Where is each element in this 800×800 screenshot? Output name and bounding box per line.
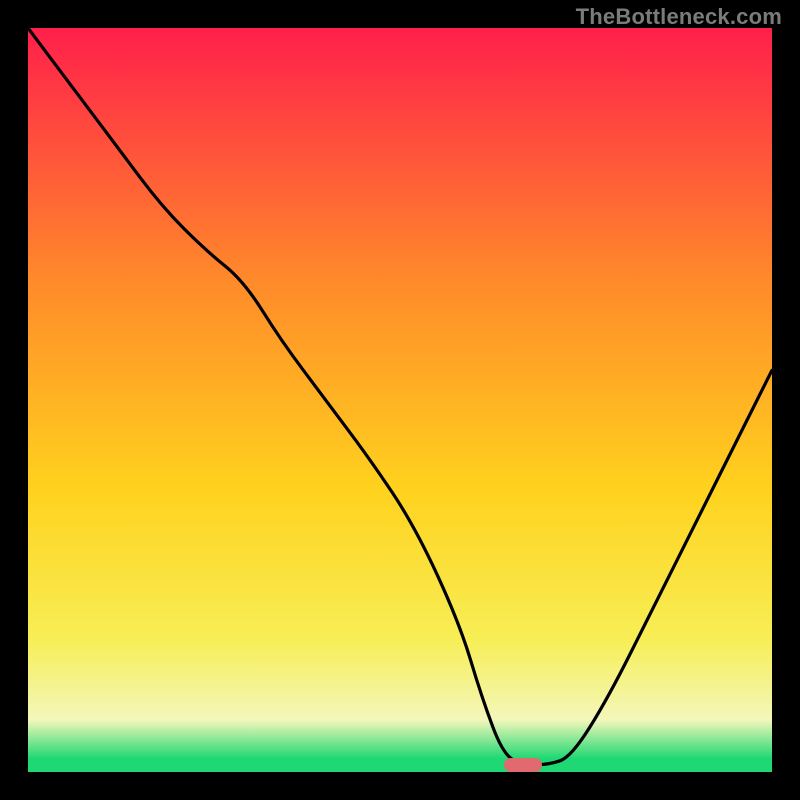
chart-frame: TheBottleneck.com — [0, 0, 800, 800]
bottleneck-curve — [28, 28, 772, 772]
optimum-marker — [504, 758, 542, 772]
watermark-text: TheBottleneck.com — [576, 4, 782, 30]
plot-area — [28, 28, 772, 772]
